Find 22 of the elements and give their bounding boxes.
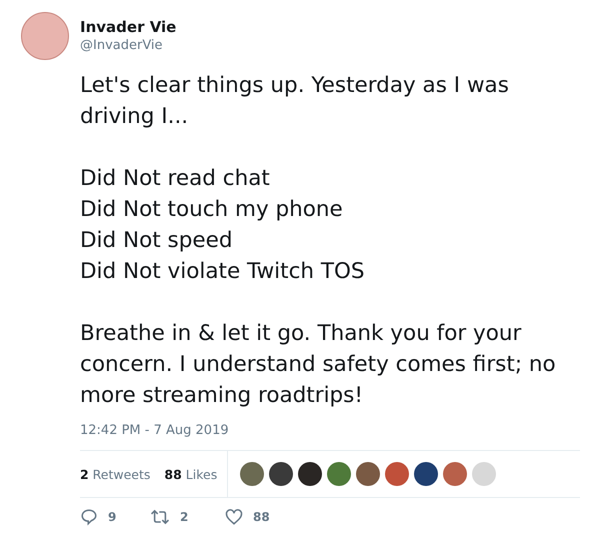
author-handle[interactable]: @InvaderVie bbox=[80, 37, 176, 55]
liker-avatar[interactable] bbox=[298, 462, 322, 486]
action-count: 2 bbox=[180, 510, 188, 524]
tweet-text-line: Did Not touch my phone bbox=[80, 196, 344, 224]
action-count: 88 bbox=[253, 510, 270, 524]
action-count: 9 bbox=[108, 510, 116, 524]
tweet-text: Let's clear things up. Yesterday as I was driving I... bbox=[80, 72, 510, 131]
liker-avatar[interactable] bbox=[414, 462, 438, 486]
tweet-text-line: Did Not violate Twitch TOS bbox=[80, 258, 366, 286]
heart-icon[interactable] bbox=[225, 508, 243, 526]
tweet-text: Breathe in & let it go. Thank you for your concern. I understand safety comes first; no more streaming roadtrips! bbox=[80, 320, 557, 410]
avatar[interactable] bbox=[21, 12, 69, 60]
author-name[interactable]: Invader Vie bbox=[80, 17, 176, 37]
tweet-text-line: Did Not speed bbox=[80, 227, 234, 255]
liker-avatar[interactable] bbox=[356, 462, 380, 486]
timestamp[interactable]: 12:42 PM - 7 Aug 2019 bbox=[80, 423, 580, 451]
liker-avatar[interactable] bbox=[269, 462, 294, 486]
tweet-text-line: Did Not read chat bbox=[80, 165, 271, 193]
stat-link[interactable]: 2 Retweets bbox=[80, 466, 150, 482]
stat-link[interactable]: 88 Likes bbox=[164, 466, 218, 482]
reply-icon[interactable] bbox=[80, 508, 98, 526]
retweet-icon[interactable] bbox=[150, 508, 170, 526]
